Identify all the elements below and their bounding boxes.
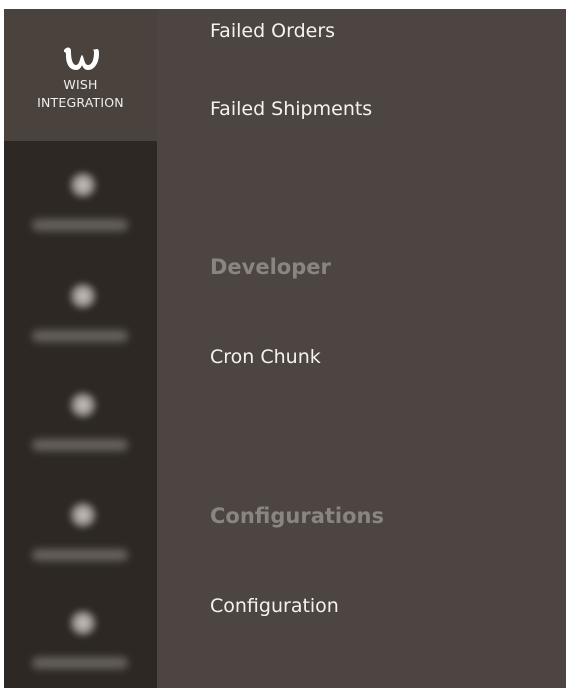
obscured-icon <box>68 609 98 637</box>
menu-link-configuration[interactable]: Configuration <box>210 595 339 617</box>
wish-integration-submenu: Failed Orders Failed Shipments Developer… <box>157 9 566 688</box>
wish-logo-icon <box>63 47 99 70</box>
rail-item-obscured[interactable] <box>4 371 157 483</box>
rail-item-obscured[interactable] <box>4 589 157 688</box>
obscured-icon <box>68 391 98 419</box>
obscured-label <box>32 657 128 669</box>
rail-item-obscured[interactable] <box>4 483 157 595</box>
admin-menu-frame: WISH INTEGRATION Failed Orders Failed Sh… <box>4 9 566 688</box>
obscured-label <box>32 219 128 231</box>
obscured-label <box>32 439 128 451</box>
rail-item-label-line1: WISH <box>63 77 98 92</box>
rail-item-label-line2: INTEGRATION <box>37 95 124 110</box>
menu-link-cron-chunk[interactable]: Cron Chunk <box>210 346 321 368</box>
rail-item-obscured[interactable] <box>4 264 157 376</box>
menu-link-failed-shipments[interactable]: Failed Shipments <box>210 98 372 120</box>
obscured-icon <box>68 171 98 199</box>
admin-sidebar-rail: WISH INTEGRATION <box>4 9 157 688</box>
obscured-label <box>32 330 128 342</box>
section-heading-configurations: Configurations <box>210 504 384 528</box>
menu-link-failed-orders[interactable]: Failed Orders <box>210 20 335 42</box>
obscured-label <box>32 549 128 561</box>
section-heading-developer: Developer <box>210 255 331 279</box>
rail-item-obscured[interactable] <box>4 149 157 261</box>
rail-item-wish-integration[interactable]: WISH INTEGRATION <box>4 9 157 141</box>
obscured-icon <box>68 282 98 310</box>
obscured-icon <box>68 501 98 529</box>
